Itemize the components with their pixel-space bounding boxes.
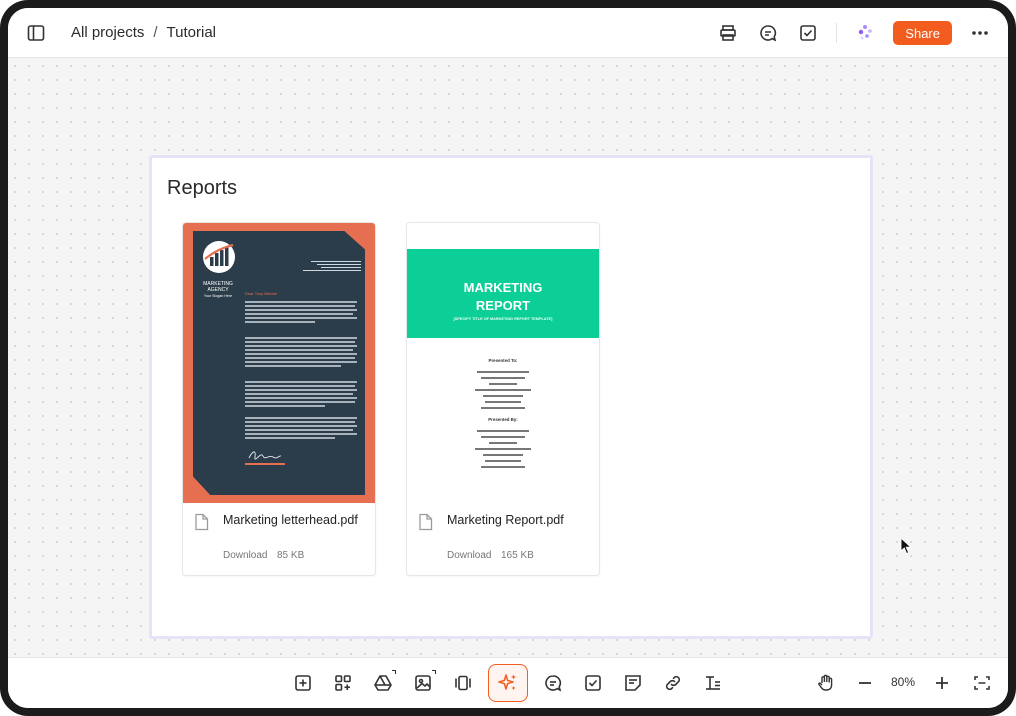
letterhead-brand: MARKETING AGENCY Your Slogan Here <box>203 281 233 298</box>
zoom-out-icon[interactable] <box>853 671 877 695</box>
app-window: All projects / Tutorial Share Reports MA… <box>8 8 1008 708</box>
agency-logo-icon <box>203 241 235 273</box>
bottom-toolbar: 80% <box>8 657 1008 708</box>
letterhead-greeting: Dear Tony Mitchel <box>245 291 277 296</box>
ai-assistant-button[interactable] <box>488 664 528 702</box>
zoom-level[interactable]: 80% <box>888 675 918 689</box>
comment-icon[interactable] <box>541 671 565 695</box>
report-preview: MARKETING REPORT [SPECIFY TITLE OF MARKE… <box>407 223 599 503</box>
file-size: 165 KB <box>501 550 534 561</box>
sparkle-icon <box>498 674 516 690</box>
file-icon <box>419 513 433 531</box>
letterhead-preview: MARKETING AGENCY Your Slogan Here Dear T… <box>183 223 375 503</box>
image-icon[interactable] <box>411 670 436 695</box>
presented-by-label: Presented By: <box>488 417 518 422</box>
file-card-report[interactable]: MARKETING REPORT [SPECIFY TITLE OF MARKE… <box>406 222 600 576</box>
file-card-letterhead[interactable]: MARKETING AGENCY Your Slogan Here Dear T… <box>182 222 376 576</box>
signature-name-line <box>245 463 285 465</box>
header-divider <box>836 22 838 43</box>
zoom-in-icon[interactable] <box>930 671 954 695</box>
report-preview-title: MARKETING REPORT <box>463 280 543 313</box>
breadcrumb-separator: / <box>153 24 158 41</box>
hand-tool-icon[interactable] <box>814 671 838 695</box>
file-size: 85 KB <box>277 550 305 561</box>
add-block-icon[interactable] <box>291 671 315 695</box>
drive-icon[interactable] <box>371 670 396 695</box>
print-icon[interactable] <box>716 21 740 45</box>
file-name[interactable]: Marketing Report.pdf <box>447 513 564 527</box>
collaborators-icon[interactable] <box>853 21 877 45</box>
sidebar-toggle-icon[interactable] <box>24 21 48 45</box>
link-icon[interactable] <box>661 671 685 695</box>
comments-icon[interactable] <box>756 21 780 45</box>
header-actions: Share <box>700 20 992 45</box>
download-link[interactable]: Download <box>223 550 267 561</box>
breadcrumb: All projects / Tutorial <box>71 24 216 41</box>
signature-icon <box>248 451 282 460</box>
task-icon[interactable] <box>581 671 605 695</box>
letterhead-address <box>281 259 361 273</box>
file-meta: Marketing letterhead.pdf Download 85 KB <box>183 503 375 575</box>
download-link[interactable]: Download <box>447 550 491 561</box>
reports-board[interactable]: Reports MARKETING AGENCY Your Slogan Her… <box>149 155 873 639</box>
share-button[interactable]: Share <box>893 20 952 45</box>
more-options-icon[interactable] <box>968 21 992 45</box>
slides-icon[interactable] <box>451 671 475 695</box>
board-title: Reports <box>167 177 238 199</box>
canvas[interactable]: Reports MARKETING AGENCY Your Slogan Her… <box>8 59 1008 657</box>
note-icon[interactable] <box>621 671 645 695</box>
tasks-checkbox-icon[interactable] <box>796 21 820 45</box>
breadcrumb-all-projects[interactable]: All projects <box>71 24 144 41</box>
presented-to-label: Presented To: <box>488 358 518 363</box>
breadcrumb-current[interactable]: Tutorial <box>167 24 216 41</box>
file-meta: Marketing Report.pdf Download 165 KB <box>407 503 599 575</box>
report-preview-subtitle: [SPECIFY TITLE OF MARKETING REPORT TEMPL… <box>453 317 553 321</box>
text-block-icon[interactable] <box>701 671 725 695</box>
file-name[interactable]: Marketing letterhead.pdf <box>223 513 358 527</box>
file-icon <box>195 513 209 531</box>
mouse-cursor-icon <box>900 537 912 555</box>
fit-screen-icon[interactable] <box>970 671 994 695</box>
apps-grid-icon[interactable] <box>331 671 355 695</box>
device-frame: All projects / Tutorial Share Reports MA… <box>0 0 1016 716</box>
top-header: All projects / Tutorial Share <box>8 8 1008 58</box>
